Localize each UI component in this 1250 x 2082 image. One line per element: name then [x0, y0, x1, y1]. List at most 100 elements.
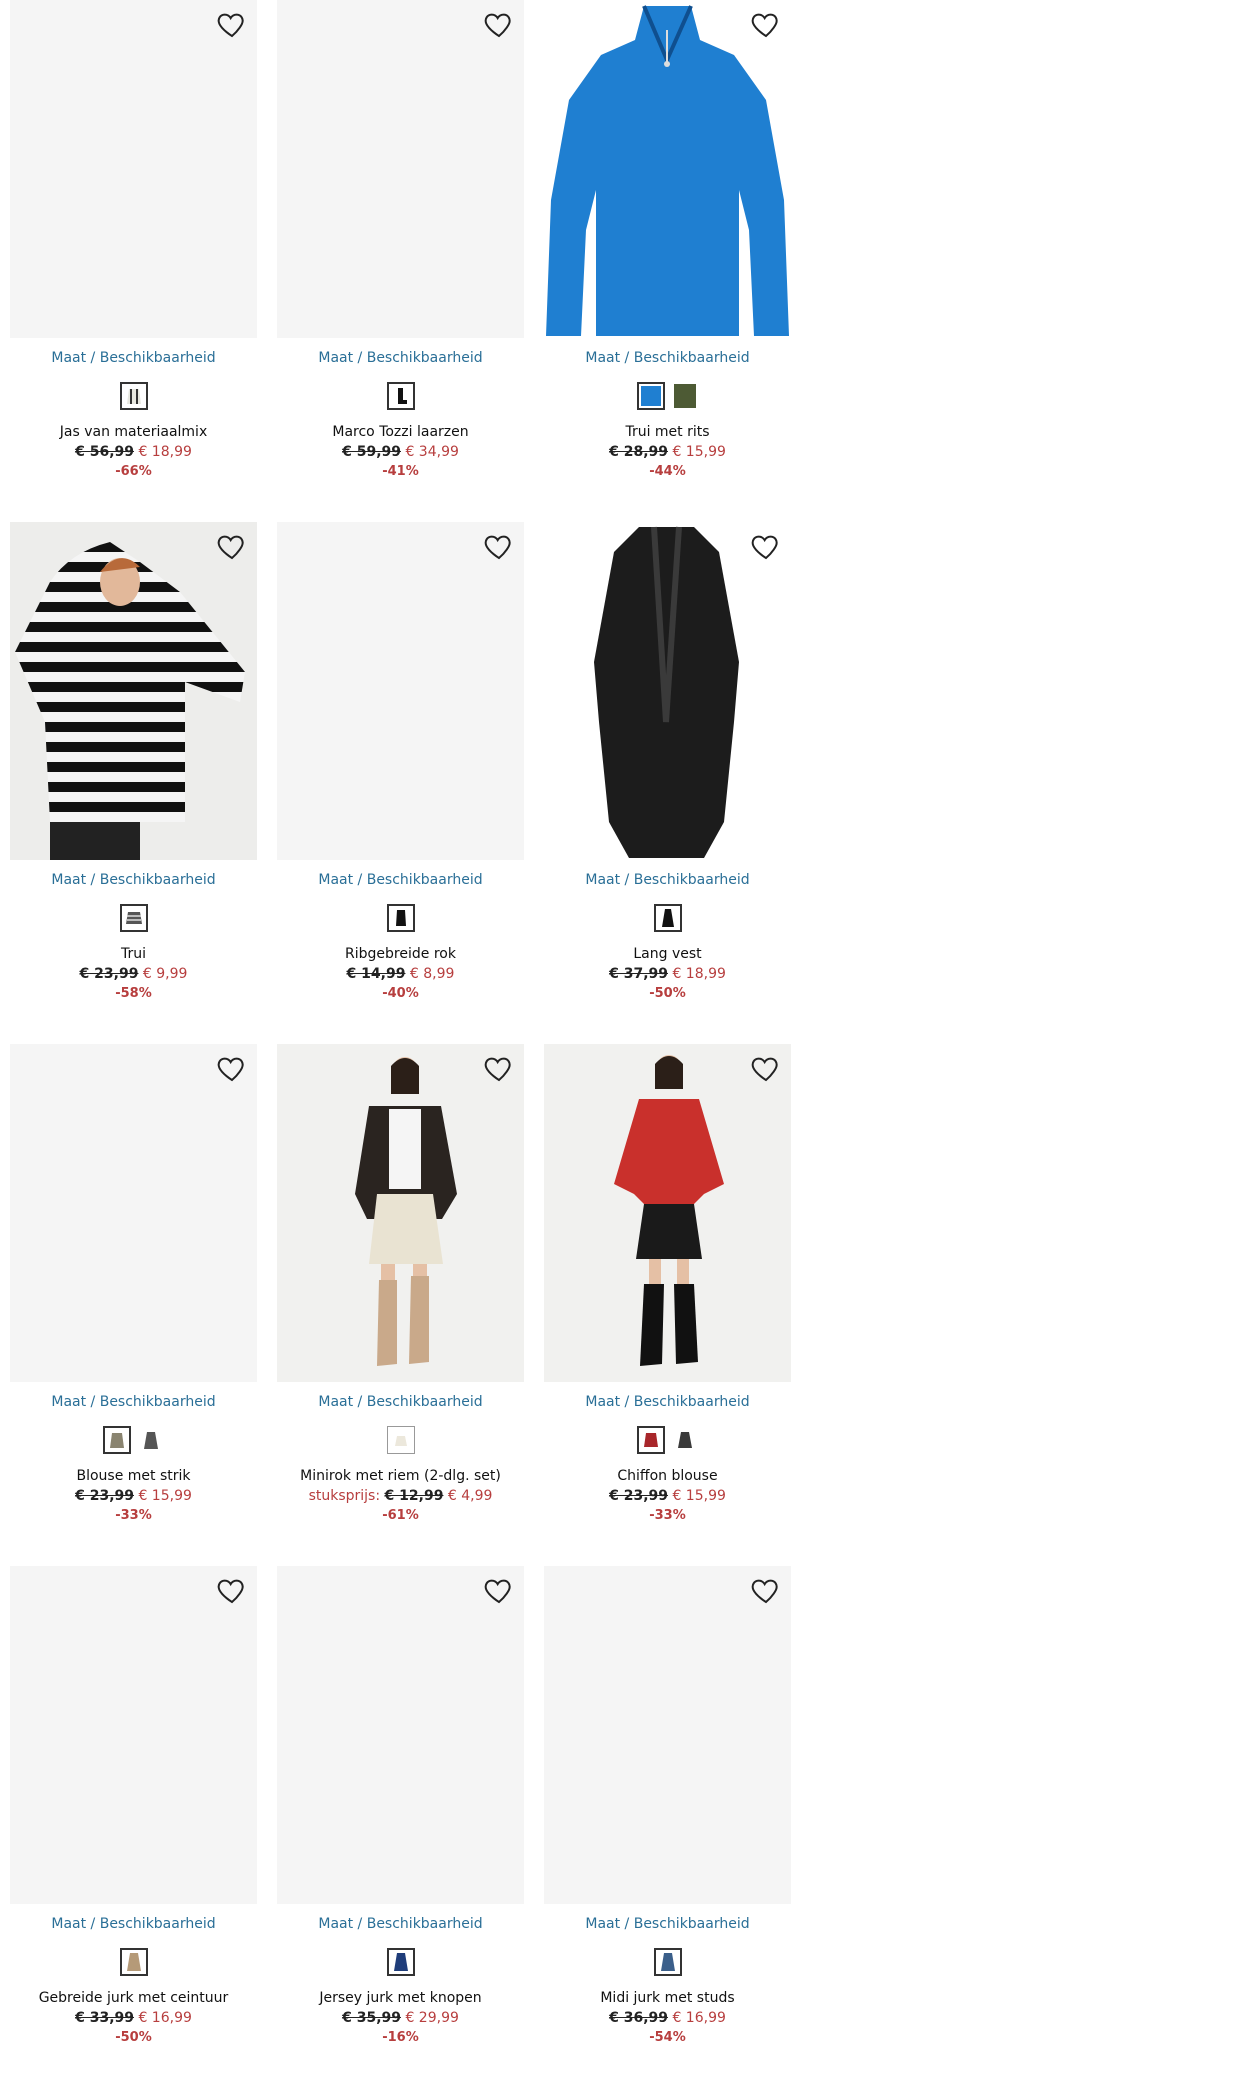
size-availability-link[interactable]: Maat / Beschikbaarheid — [267, 872, 534, 888]
size-availability-link[interactable]: Maat / Beschikbaarheid — [0, 350, 267, 366]
color-swatch[interactable] — [119, 904, 148, 932]
color-swatches — [0, 904, 267, 936]
color-swatch-olive[interactable] — [670, 382, 699, 410]
product-card[interactable]: Maat / Beschikbaarheid Midi jurk met stu… — [534, 1566, 791, 2071]
size-availability-link[interactable]: Maat / Beschikbaarheid — [534, 350, 801, 366]
product-image[interactable] — [277, 1044, 524, 1382]
product-title[interactable]: Blouse met strik — [0, 1468, 267, 1484]
color-swatch-grey[interactable] — [136, 1426, 165, 1454]
size-availability-link[interactable]: Maat / Beschikbaarheid — [534, 1916, 801, 1932]
color-swatch[interactable] — [653, 1948, 682, 1976]
product-image[interactable] — [277, 522, 524, 860]
sale-price: € 15,99 — [672, 444, 726, 460]
size-availability-link[interactable]: Maat / Beschikbaarheid — [534, 872, 801, 888]
heart-icon[interactable] — [482, 1052, 516, 1084]
product-title[interactable]: Trui — [0, 946, 267, 962]
product-card[interactable]: Maat / Beschikbaarheid Blouse met strik … — [0, 1044, 257, 1549]
product-title[interactable]: Gebreide jurk met ceintuur — [0, 1990, 267, 2006]
heart-icon[interactable] — [749, 530, 783, 562]
product-card[interactable]: Maat / Beschikbaarheid Trui met rits € 2… — [534, 0, 791, 505]
product-image[interactable] — [277, 0, 524, 338]
product-image[interactable] — [10, 0, 257, 338]
product-card[interactable]: Maat / Beschikbaarheid Gebreide jurk met… — [0, 1566, 257, 2071]
product-image[interactable] — [544, 1566, 791, 1904]
old-price: € 56,99 — [75, 444, 134, 460]
color-swatch-khaki[interactable] — [102, 1426, 131, 1454]
heart-icon[interactable] — [482, 8, 516, 40]
color-swatch-black[interactable] — [670, 1426, 699, 1454]
color-swatch[interactable] — [653, 904, 682, 932]
heart-icon[interactable] — [482, 530, 516, 562]
heart-icon[interactable] — [482, 1574, 516, 1606]
product-title[interactable]: Minirok met riem (2-dlg. set) — [267, 1468, 534, 1484]
product-price: € 28,99 € 15,99 — [534, 444, 801, 460]
unit-price-label: stuksprijs: — [308, 1488, 381, 1504]
product-card[interactable]: Maat / Beschikbaarheid Ribgebreide rok €… — [267, 522, 524, 1027]
product-image[interactable] — [10, 1044, 257, 1382]
product-card[interactable]: Maat / Beschikbaarheid Chiffon blouse € … — [534, 1044, 791, 1549]
color-swatches — [534, 1426, 801, 1458]
product-image[interactable] — [544, 522, 791, 860]
product-card[interactable]: Maat / Beschikbaarheid Jersey jurk met k… — [267, 1566, 524, 2071]
size-availability-link[interactable]: Maat / Beschikbaarheid — [267, 350, 534, 366]
product-title[interactable]: Chiffon blouse — [534, 1468, 801, 1484]
old-price: € 14,99 — [346, 966, 406, 982]
color-swatches — [0, 1426, 267, 1458]
product-title[interactable]: Jersey jurk met knopen — [267, 1990, 534, 2006]
heart-icon[interactable] — [215, 1052, 249, 1084]
color-swatches — [534, 904, 801, 936]
product-image[interactable] — [544, 1044, 791, 1382]
size-availability-link[interactable]: Maat / Beschikbaarheid — [0, 1394, 267, 1410]
color-swatch[interactable] — [119, 382, 148, 410]
sale-price: € 34,99 — [405, 444, 459, 460]
product-title[interactable]: Midi jurk met studs — [534, 1990, 801, 2006]
product-title[interactable]: Trui met rits — [534, 424, 801, 440]
product-image[interactable] — [10, 1566, 257, 1904]
color-swatch-blue[interactable] — [636, 382, 665, 410]
old-price: € 23,99 — [75, 1488, 134, 1504]
old-price: € 28,99 — [609, 444, 668, 460]
product-price: € 35,99 € 29,99 — [267, 2010, 534, 2026]
color-swatches — [534, 1948, 801, 1980]
discount-badge: -33% — [115, 1508, 152, 1523]
sale-price: € 4,99 — [447, 1488, 493, 1504]
product-image[interactable] — [544, 0, 791, 338]
size-availability-link[interactable]: Maat / Beschikbaarheid — [534, 1394, 801, 1410]
color-swatch[interactable] — [386, 904, 415, 932]
heart-icon[interactable] — [749, 8, 783, 40]
product-title[interactable]: Jas van materiaalmix — [0, 424, 267, 440]
product-card[interactable]: Maat / Beschikbaarheid Lang vest € 37,99… — [534, 522, 791, 1027]
discount-badge: -50% — [115, 2030, 152, 2045]
heart-icon[interactable] — [749, 1574, 783, 1606]
color-swatch[interactable] — [386, 1948, 415, 1976]
color-swatch[interactable] — [386, 1426, 415, 1454]
color-swatch-red[interactable] — [636, 1426, 665, 1454]
heart-icon[interactable] — [215, 8, 249, 40]
product-title[interactable]: Ribgebreide rok — [267, 946, 534, 962]
product-price: € 33,99 € 16,99 — [0, 2010, 267, 2026]
sale-price: € 15,99 — [672, 1488, 726, 1504]
product-card[interactable]: Maat / Beschikbaarheid Trui € 23,99 € 9,… — [0, 522, 257, 1027]
product-card[interactable]: Maat / Beschikbaarheid Minirok met riem … — [267, 1044, 524, 1549]
product-image[interactable] — [277, 1566, 524, 1904]
color-swatch[interactable] — [119, 1948, 148, 1976]
product-title[interactable]: Marco Tozzi laarzen — [267, 424, 534, 440]
size-availability-link[interactable]: Maat / Beschikbaarheid — [267, 1394, 534, 1410]
size-availability-link[interactable]: Maat / Beschikbaarheid — [0, 1916, 267, 1932]
product-card[interactable]: Maat / Beschikbaarheid Jas van materiaal… — [0, 0, 257, 505]
sale-price: € 18,99 — [672, 966, 726, 982]
product-image[interactable] — [10, 522, 257, 860]
sale-price: € 29,99 — [405, 2010, 459, 2026]
product-price: € 37,99 € 18,99 — [534, 966, 801, 982]
old-price: € 36,99 — [609, 2010, 668, 2026]
product-price: stuksprijs: € 12,99 € 4,99 — [267, 1488, 534, 1504]
product-card[interactable]: Maat / Beschikbaarheid Marco Tozzi laarz… — [267, 0, 524, 505]
heart-icon[interactable] — [215, 530, 249, 562]
heart-icon[interactable] — [749, 1052, 783, 1084]
product-title[interactable]: Lang vest — [534, 946, 801, 962]
size-availability-link[interactable]: Maat / Beschikbaarheid — [267, 1916, 534, 1932]
size-availability-link[interactable]: Maat / Beschikbaarheid — [0, 872, 267, 888]
old-price: € 35,99 — [342, 2010, 401, 2026]
color-swatch[interactable] — [386, 382, 415, 410]
heart-icon[interactable] — [215, 1574, 249, 1606]
